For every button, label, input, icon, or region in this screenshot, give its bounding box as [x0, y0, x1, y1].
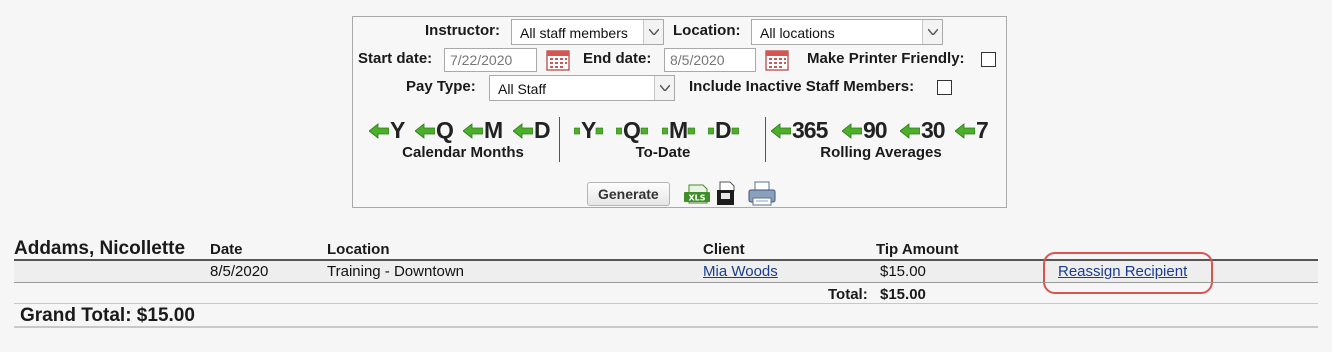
end-date-label: End date:	[583, 50, 652, 67]
chevron-down-icon	[922, 20, 942, 44]
arrow-left-icon	[513, 122, 533, 139]
pay-type-label: Pay Type:	[406, 78, 476, 95]
to-date-label: To-Date	[635, 144, 691, 161]
generate-button[interactable]: Generate	[587, 182, 670, 206]
instructor-select-value: All staff members	[520, 25, 628, 41]
calendar-icon[interactable]	[545, 48, 571, 72]
total-value: $15.00	[880, 286, 926, 303]
calendar-day-button[interactable]: D	[513, 117, 551, 144]
calendar-day-text: D	[534, 117, 551, 143]
instructor-label: Instructor:	[425, 22, 500, 39]
pay-type-select-value: All Staff	[498, 81, 546, 97]
start-date-label: Start date:	[358, 50, 433, 67]
rolling-30-text: 30	[921, 117, 946, 143]
rolling-90-button[interactable]: 90	[842, 117, 888, 144]
include-inactive-label: Include Inactive Staff Members:	[689, 78, 915, 95]
rolling-365-text: 365	[792, 117, 828, 143]
location-select[interactable]: All locations	[751, 19, 943, 45]
bar-icon	[708, 127, 714, 134]
column-header-date: Date	[210, 241, 243, 258]
to-date-quarter-text: Q	[623, 117, 641, 143]
arrow-left-icon	[771, 122, 791, 139]
divider	[765, 117, 766, 162]
to-date-month-text: M	[669, 117, 688, 143]
column-header-client: Client	[703, 241, 745, 258]
column-header-tip-amount: Tip Amount	[876, 241, 959, 258]
bar-icon	[731, 127, 739, 134]
calendar-icon[interactable]	[764, 48, 790, 72]
end-date-input[interactable]: 8/5/2020	[664, 48, 756, 72]
instructor-select[interactable]: All staff members	[511, 19, 664, 45]
rolling-90-text: 90	[863, 117, 888, 143]
bar-icon	[596, 127, 604, 134]
to-date-month-button[interactable]: M	[662, 117, 696, 144]
staff-name-heading: Addams, Nicollette	[14, 238, 186, 259]
to-date-year-text: Y	[581, 117, 596, 143]
bar-icon	[662, 127, 668, 134]
rolling-averages-label: Rolling Averages	[820, 144, 942, 161]
to-date-day-button[interactable]: D	[708, 117, 740, 144]
rolling-30-button[interactable]: 30	[900, 117, 946, 144]
arrow-left-icon	[369, 122, 389, 139]
column-header-location: Location	[327, 241, 390, 258]
location-label: Location:	[673, 22, 741, 39]
client-link[interactable]: Mia Woods	[703, 263, 778, 280]
rolling-7-text: 7	[976, 117, 989, 143]
total-divider	[14, 303, 1318, 304]
printer-icon[interactable]	[747, 181, 777, 207]
calendar-quarter-text: Q	[436, 117, 454, 143]
chevron-down-icon	[643, 20, 663, 44]
row-divider	[14, 282, 1318, 283]
chevron-down-icon	[654, 76, 674, 100]
row-tip-amount: $15.00	[880, 263, 926, 280]
calendar-month-button[interactable]: M	[463, 117, 503, 144]
calendar-quarter-button[interactable]: Q	[415, 117, 454, 144]
calendar-months-label: Calendar Months	[402, 144, 524, 161]
rolling-7-button[interactable]: 7	[955, 117, 989, 144]
start-date-input[interactable]: 7/22/2020	[444, 48, 537, 72]
svg-text:XLS: XLS	[688, 194, 705, 203]
row-location: Training - Downtown	[327, 263, 464, 280]
arrow-left-icon	[463, 122, 483, 139]
arrow-left-icon	[900, 122, 920, 139]
grand-total-divider	[14, 326, 1318, 328]
printer-friendly-label: Make Printer Friendly:	[807, 50, 965, 67]
grand-total: Grand Total: $15.00	[20, 305, 195, 326]
to-date-quarter-button[interactable]: Q	[616, 117, 649, 144]
highlight-annotation	[1043, 252, 1213, 294]
excel-export-icon[interactable]: XLS	[683, 183, 711, 205]
calendar-month-text: M	[484, 117, 503, 143]
include-inactive-checkbox[interactable]	[937, 80, 952, 95]
report-filter-panel: Instructor: All staff members Location: …	[352, 16, 1007, 208]
bar-icon	[574, 127, 580, 134]
bar-icon	[687, 127, 696, 134]
save-icon[interactable]	[716, 181, 736, 206]
total-label: Total:	[828, 286, 868, 303]
printer-friendly-checkbox[interactable]	[981, 52, 996, 67]
row-date: 8/5/2020	[210, 263, 269, 280]
calendar-year-button[interactable]: Y	[369, 117, 405, 144]
bar-icon	[616, 127, 622, 134]
calendar-year-text: Y	[390, 117, 405, 143]
location-select-value: All locations	[760, 25, 835, 41]
arrow-left-icon	[955, 122, 975, 139]
divider	[559, 117, 560, 162]
arrow-left-icon	[842, 122, 862, 139]
arrow-left-icon	[415, 122, 435, 139]
rolling-365-button[interactable]: 365	[771, 117, 828, 144]
pay-type-select[interactable]: All Staff	[489, 75, 675, 101]
bar-icon	[640, 127, 648, 134]
to-date-day-text: D	[715, 117, 732, 143]
to-date-year-button[interactable]: Y	[574, 117, 604, 144]
